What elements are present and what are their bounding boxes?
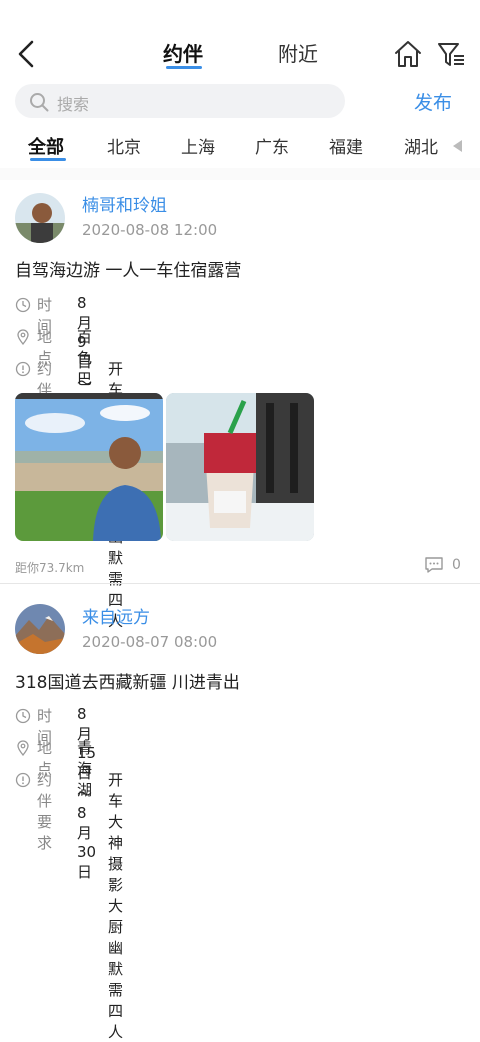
scroll-left-arrow-icon[interactable] xyxy=(453,140,462,152)
back-arrow-icon[interactable] xyxy=(12,38,40,70)
city-tab-guangdong[interactable]: 广东 xyxy=(255,133,289,158)
search-placeholder: 搜索 xyxy=(57,95,90,114)
post-title[interactable]: 自驾海边游 一人一车住宿露营 xyxy=(15,256,241,281)
avatar[interactable] xyxy=(15,604,65,654)
city-tab-hubei[interactable]: 湖北 xyxy=(404,133,438,158)
info-icon xyxy=(15,361,31,377)
comment-count: 0 xyxy=(452,557,461,573)
search-bar[interactable]: 搜索 xyxy=(15,84,345,118)
city-filter-bar: 全部 北京 上海 广东 福建 湖北 xyxy=(0,128,480,168)
user-name[interactable]: 楠哥和玲姐 xyxy=(82,191,167,216)
tab-nearby[interactable]: 附近 xyxy=(278,38,318,67)
comment-icon[interactable] xyxy=(424,556,444,574)
search-icon xyxy=(30,93,49,112)
user-name[interactable]: 来自远方 xyxy=(82,603,150,628)
city-tab-all[interactable]: 全部 xyxy=(28,133,64,159)
location-pin-icon xyxy=(17,740,29,756)
post-time: 2020-08-08 12:00 xyxy=(82,221,218,239)
post-title[interactable]: 318国道去西藏新疆 川进青出 xyxy=(15,668,240,693)
publish-button[interactable]: 发布 xyxy=(414,88,452,115)
trip-requirement-value: 开车大神 摄影 大厨 幽默 需四人 xyxy=(108,771,124,1041)
section-gap xyxy=(0,168,480,180)
clock-icon xyxy=(15,297,31,313)
filter-icon[interactable] xyxy=(436,40,466,70)
tab-companion[interactable]: 约伴 xyxy=(163,38,203,67)
city-tab-shanghai[interactable]: 上海 xyxy=(181,133,215,158)
info-icon xyxy=(15,772,31,788)
distance-label: 距你73.7km xyxy=(15,561,85,575)
city-tab-fujian[interactable]: 福建 xyxy=(329,133,363,158)
city-tab-beijing[interactable]: 北京 xyxy=(107,133,141,158)
tab-active-indicator xyxy=(166,66,202,69)
post-photo[interactable] xyxy=(166,393,314,541)
home-icon[interactable] xyxy=(392,38,424,70)
avatar[interactable] xyxy=(15,193,65,243)
top-bar: 约伴 附近 xyxy=(0,0,480,80)
divider xyxy=(0,583,480,584)
post-photo[interactable] xyxy=(15,393,163,541)
post-time: 2020-08-07 08:00 xyxy=(82,633,218,651)
trip-requirement-label: 约伴要求 xyxy=(37,771,53,852)
clock-icon xyxy=(15,708,31,724)
trip-place-value: 青海湖 xyxy=(77,739,93,799)
city-active-indicator xyxy=(30,158,66,161)
location-pin-icon xyxy=(17,329,29,345)
